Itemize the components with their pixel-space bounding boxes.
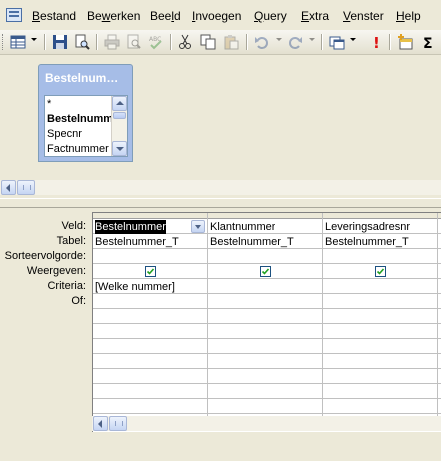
grid-line — [93, 368, 441, 369]
pane-splitter[interactable] — [0, 198, 441, 208]
paste-icon[interactable] — [222, 33, 240, 51]
toolbar-grip[interactable] — [2, 34, 6, 50]
print-icon[interactable] — [103, 33, 121, 51]
show-checkbox[interactable] — [375, 266, 386, 277]
sum-icon[interactable]: Σ — [420, 33, 438, 51]
row-label-tabel: Tabel: — [56, 235, 86, 247]
run-icon[interactable]: ! — [367, 33, 385, 51]
grid-line — [93, 413, 441, 414]
grid-line — [93, 278, 441, 279]
toolbar-separator — [44, 34, 46, 50]
hscroll-thumb[interactable] — [17, 180, 35, 195]
field-cell[interactable]: Bestelnummer — [95, 220, 166, 234]
menu-help[interactable]: Help — [396, 9, 421, 23]
grid-line — [93, 308, 441, 309]
menu-invoegen[interactable]: Invoegen — [192, 9, 241, 23]
design-grid[interactable]: Bestelnummer Klantnummer Leveringsadresn… — [92, 212, 441, 432]
show-checkbox[interactable] — [145, 266, 156, 277]
save-icon[interactable] — [51, 33, 69, 51]
query-design-toolbar: ABC ! Σ — [0, 30, 441, 55]
query-window-icon[interactable] — [6, 8, 22, 22]
row-label-veld: Veld: — [61, 220, 86, 232]
grid-hscrollbar[interactable] — [92, 416, 441, 431]
query-type-dropdown-icon[interactable] — [350, 38, 356, 41]
row-label-of: Of: — [71, 295, 86, 307]
field-list-scrollbar[interactable] — [111, 96, 127, 156]
view-dropdown-icon[interactable] — [31, 38, 37, 41]
scroll-up-icon[interactable] — [112, 96, 127, 111]
grid-line — [93, 323, 441, 324]
svg-text:!: ! — [373, 34, 380, 50]
row-label-weergeven: Weergeven: — [26, 265, 86, 277]
table-window-title[interactable]: Bestelnum… — [45, 71, 129, 85]
scroll-thumb[interactable] — [113, 112, 126, 119]
spelling-icon[interactable]: ABC — [147, 33, 165, 51]
search-file-icon[interactable] — [73, 33, 91, 51]
menu-bewerken[interactable]: Bewerken — [87, 9, 140, 23]
column-selector[interactable] — [93, 213, 208, 219]
grid-line — [207, 213, 208, 418]
table-cell[interactable]: Bestelnummer_T — [325, 235, 409, 249]
cut-icon[interactable] — [176, 33, 194, 51]
field-cell[interactable]: Leveringsadresnr — [325, 220, 410, 234]
menu-venster[interactable]: Venster — [343, 9, 384, 23]
grid-line — [322, 213, 323, 418]
toolbar-separator — [96, 34, 98, 50]
print-preview-icon[interactable] — [125, 33, 143, 51]
grid-line — [93, 353, 441, 354]
field-list-item[interactable]: Specnr — [47, 127, 82, 141]
show-table-icon[interactable] — [396, 33, 414, 51]
grid-line — [93, 338, 441, 339]
grid-line — [93, 398, 441, 399]
criteria-cell[interactable]: [Welke nummer] — [95, 280, 175, 294]
column-selector[interactable] — [208, 213, 323, 219]
copy-icon[interactable] — [199, 33, 217, 51]
grid-line — [93, 263, 441, 264]
show-checkbox[interactable] — [260, 266, 271, 277]
table-cell[interactable]: Bestelnummer_T — [95, 235, 179, 249]
view-icon[interactable] — [9, 33, 27, 51]
scroll-left-icon[interactable] — [93, 416, 108, 431]
grid-line — [437, 213, 438, 418]
toolbar-separator — [389, 34, 391, 50]
redo-icon[interactable] — [286, 33, 304, 51]
menu-bar: Bestand Bewerken Beeld Invoegen Query Ex… — [0, 0, 441, 32]
column-selector[interactable] — [323, 213, 438, 219]
scroll-down-icon[interactable] — [112, 141, 127, 156]
menu-extra[interactable]: Extra — [301, 9, 329, 23]
scroll-left-icon[interactable] — [1, 180, 16, 195]
menu-bestand[interactable]: Bestand — [32, 9, 76, 23]
field-list-item[interactable]: * — [47, 97, 51, 111]
query-type-icon[interactable] — [328, 33, 346, 51]
redo-dropdown-icon[interactable] — [309, 38, 315, 41]
hscroll-thumb[interactable] — [109, 416, 127, 431]
svg-text:Σ: Σ — [423, 36, 433, 50]
menu-query[interactable]: Query — [254, 9, 287, 23]
undo-dropdown-icon[interactable] — [276, 38, 282, 41]
toolbar-separator — [246, 34, 248, 50]
toolbar-separator — [170, 34, 172, 50]
table-window[interactable]: Bestelnum… * Bestelnummer Specnr Factnum… — [38, 64, 133, 162]
chevron-down-icon[interactable] — [191, 220, 205, 233]
toolbar-separator — [321, 34, 323, 50]
menu-beeld[interactable]: Beeld — [150, 9, 181, 23]
table-pane-hscrollbar[interactable] — [0, 180, 441, 195]
table-cell[interactable]: Bestelnummer_T — [210, 235, 294, 249]
field-cell[interactable]: Klantnummer — [210, 220, 275, 234]
row-label-sorteervolgorde: Sorteervolgorde: — [4, 250, 86, 262]
row-label-criteria: Criteria: — [47, 280, 86, 292]
undo-icon[interactable] — [253, 33, 271, 51]
grid-line — [93, 383, 441, 384]
field-list[interactable]: * Bestelnummer Specnr Factnummer — [44, 95, 128, 157]
field-list-item[interactable]: Factnummer — [47, 142, 109, 156]
